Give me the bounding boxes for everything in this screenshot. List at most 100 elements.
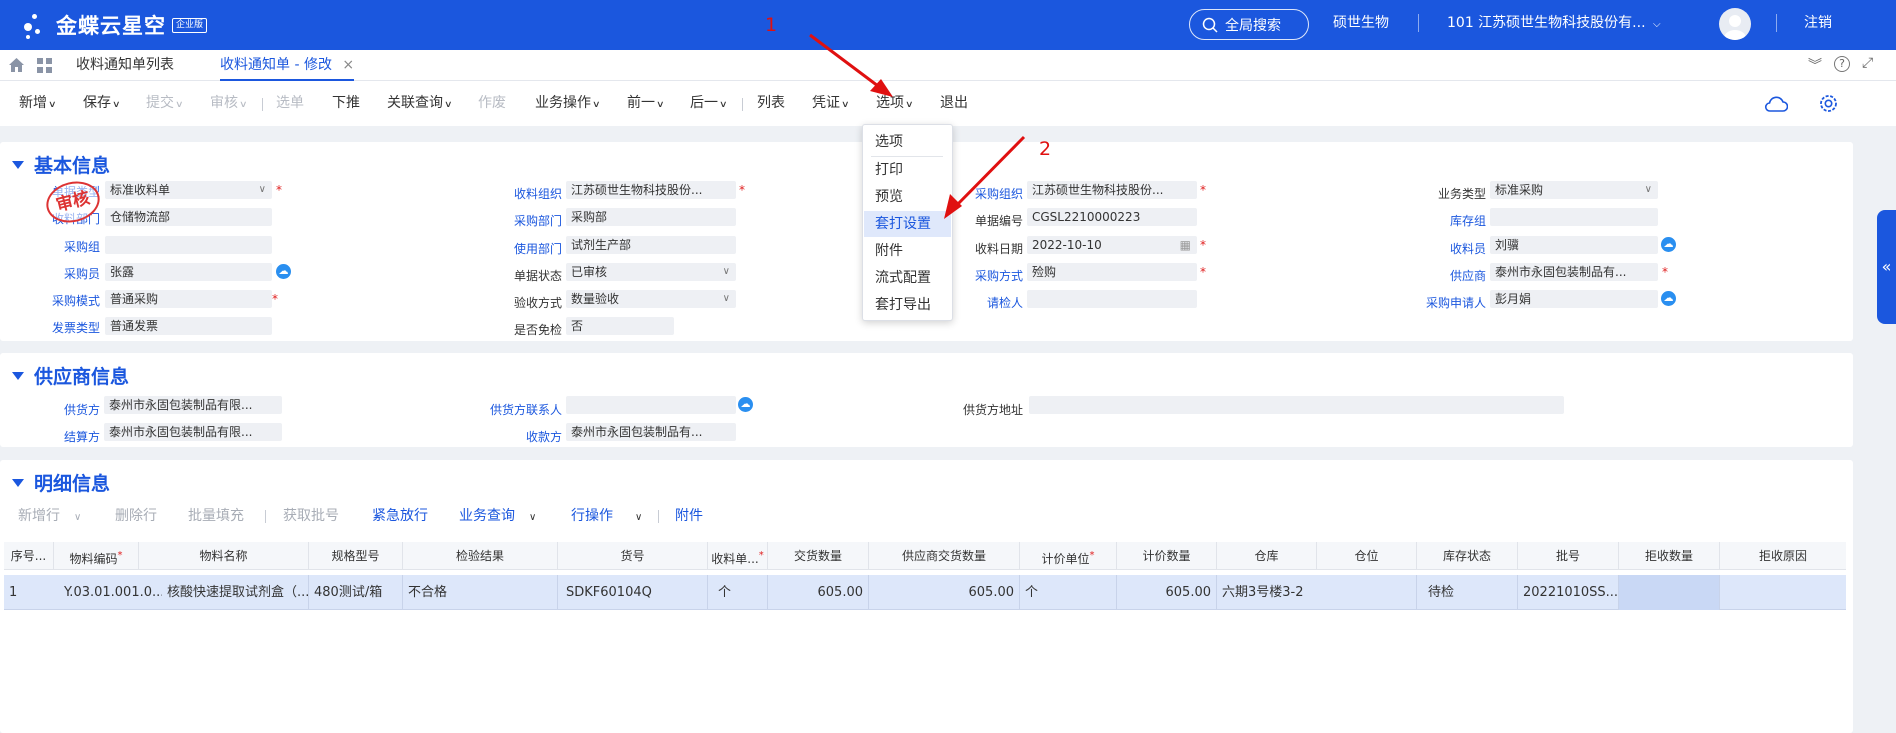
col-header-stock-status[interactable]: 库存状态 xyxy=(1417,542,1518,570)
delivery-contact-field[interactable] xyxy=(566,396,736,414)
col-header-material-code[interactable]: 物料编码* xyxy=(54,542,139,570)
col-header-delivery-qty[interactable]: 交货数量 xyxy=(768,542,869,570)
business-query-button[interactable]: 业务查询 ∨ xyxy=(459,500,536,533)
side-panel-toggle[interactable]: « xyxy=(1877,210,1896,324)
col-header-spec[interactable]: 规格型号 xyxy=(309,542,403,570)
detail-info-header[interactable]: 明细信息 xyxy=(12,469,110,496)
cell-item-no[interactable]: SDKF60104Q xyxy=(558,575,708,610)
purchase-method-field[interactable]: 殓购 xyxy=(1027,263,1197,281)
audit-button[interactable]: 审核∨ xyxy=(210,81,248,126)
col-header-receive-unit[interactable]: 收料单...* xyxy=(708,542,768,570)
cell-reject-qty[interactable] xyxy=(1619,575,1720,610)
col-header-pricing-unit[interactable]: 计价单位* xyxy=(1020,542,1117,570)
stock-group-field[interactable] xyxy=(1490,208,1658,226)
cell-pricing-qty[interactable]: 605.00 xyxy=(1117,575,1217,610)
tab-receipt-list[interactable]: 收料通知单列表 xyxy=(76,50,174,81)
add-row-button[interactable]: 新增行 ∨ xyxy=(18,500,81,533)
save-button[interactable]: 保存∨ xyxy=(83,81,121,126)
cell-warehouse[interactable]: 六期3号楼3-2 xyxy=(1217,575,1317,610)
doc-status-field[interactable]: 已审核 ∨ xyxy=(566,263,736,281)
menu-item-print[interactable]: 打印 xyxy=(864,157,951,183)
table-row[interactable]: 1 Y.03.01.001.0... 核酸快速提取试剂盒（... 480测试/箱… xyxy=(4,575,1846,610)
list-button[interactable]: 列表 xyxy=(757,81,785,126)
col-header-pricing-qty[interactable]: 计价数量 xyxy=(1117,542,1217,570)
cell-supplier-delivery-qty[interactable]: 605.00 xyxy=(869,575,1020,610)
doc-type-field[interactable]: 标准收料单 ∨ xyxy=(105,181,272,199)
purchaser-field[interactable]: 张露 xyxy=(105,263,272,281)
attachment-button[interactable]: 附件 xyxy=(675,500,703,533)
delivery-address-field[interactable] xyxy=(1029,396,1564,414)
logo[interactable]: 金蝶云星空 企业版 xyxy=(22,6,208,44)
settle-party-field[interactable]: 泰州市永固包装制品有限... xyxy=(104,423,282,441)
user-name[interactable]: 硕世生物 xyxy=(1333,0,1389,46)
avatar[interactable] xyxy=(1719,8,1751,40)
check-method-field[interactable]: 数量验收 ∨ xyxy=(566,290,736,308)
exit-button[interactable]: 退出 xyxy=(940,81,968,126)
voucher-button[interactable]: 凭证∨ xyxy=(812,81,850,126)
delete-row-button[interactable]: 删除行 xyxy=(115,500,157,533)
menu-item-flow-config[interactable]: 流式配置 xyxy=(864,265,951,291)
requester-field[interactable]: 彭月娟 xyxy=(1490,290,1658,308)
col-header-reject-reason[interactable]: 拒收原因 xyxy=(1720,542,1846,570)
col-header-inspection-result[interactable]: 检验结果 xyxy=(403,542,558,570)
cell-batch-no[interactable]: 20221010SS... xyxy=(1518,575,1619,610)
col-header-batch-no[interactable]: 批号 xyxy=(1518,542,1619,570)
payee-field[interactable]: 泰州市永固包装制品有... xyxy=(566,423,736,441)
supplier-field[interactable]: 泰州市永固包装制品有... xyxy=(1490,263,1658,281)
tab-receipt-edit[interactable]: 收料通知单 - 修改 × xyxy=(220,50,355,81)
push-down-button[interactable]: 下推 xyxy=(332,81,360,126)
menu-item-options[interactable]: 选项 xyxy=(864,129,951,155)
receive-dept-field[interactable]: 仓储物流部 xyxy=(105,208,272,226)
select-bill-button[interactable]: 选单 xyxy=(276,81,304,126)
cell-material-name[interactable]: 核酸快速提取试剂盒（... xyxy=(162,575,309,610)
cell-location[interactable] xyxy=(1317,575,1417,610)
emergency-release-button[interactable]: 紧急放行 xyxy=(372,500,428,533)
use-dept-field[interactable]: 试剂生产部 xyxy=(566,236,736,254)
menu-item-attachment[interactable]: 附件 xyxy=(864,238,951,264)
invoice-type-field[interactable]: 普通发票 xyxy=(105,317,272,335)
exempt-check-field[interactable]: 否 xyxy=(566,317,674,335)
close-icon[interactable]: × xyxy=(342,57,354,73)
home-icon[interactable] xyxy=(9,58,24,72)
col-header-seq[interactable]: 序号... xyxy=(4,542,54,570)
row-ops-button[interactable]: 行操作 ∨ xyxy=(571,500,642,533)
void-button[interactable]: 作废 xyxy=(478,81,506,126)
biz-type-field[interactable]: 标准采购 ∨ xyxy=(1490,181,1658,199)
help-icon[interactable]: ? xyxy=(1834,56,1850,72)
cloud-lookup-icon[interactable]: ☁ xyxy=(738,397,753,412)
cloud-lookup-icon[interactable]: ☁ xyxy=(1661,291,1676,306)
col-header-supplier-delivery-qty[interactable]: 供应商交货数量 xyxy=(869,542,1020,570)
batch-fill-button[interactable]: 批量填充 xyxy=(188,500,244,533)
receive-date-field[interactable]: 2022-10-10 ▦ xyxy=(1027,236,1197,254)
cloud-lookup-icon[interactable]: ☁ xyxy=(1661,237,1676,252)
submit-button[interactable]: 提交∨ xyxy=(146,81,184,126)
purchase-group-field[interactable] xyxy=(105,236,272,254)
apps-icon[interactable] xyxy=(37,58,52,73)
purchase-dept-field[interactable]: 采购部 xyxy=(566,208,736,226)
cell-receive-unit[interactable]: 个 xyxy=(708,575,768,610)
receiver-field[interactable]: 刘骥 xyxy=(1490,236,1658,254)
get-batch-no-button[interactable]: 获取批号 xyxy=(283,500,339,533)
menu-item-print-template-export[interactable]: 套打导出 xyxy=(864,292,951,318)
receive-org-field[interactable]: 江苏硕世生物科技股份... xyxy=(566,181,736,199)
col-header-item-no[interactable]: 货号 xyxy=(558,542,708,570)
inspector-field[interactable] xyxy=(1027,290,1197,308)
cloud-icon[interactable] xyxy=(1764,95,1788,112)
logout-button[interactable]: 注销 xyxy=(1804,0,1832,46)
col-header-reject-qty[interactable]: 拒收数量 xyxy=(1619,542,1720,570)
menu-item-preview[interactable]: 预览 xyxy=(864,184,951,210)
related-query-button[interactable]: 关联查询∨ xyxy=(387,81,453,126)
cell-delivery-qty[interactable]: 605.00 xyxy=(768,575,869,610)
cell-inspection-result[interactable]: 不合格 xyxy=(403,575,558,610)
previous-button[interactable]: 前一∨ xyxy=(627,81,665,126)
next-button[interactable]: 后一∨ xyxy=(690,81,728,126)
doc-no-field[interactable]: CGSL2210000223 xyxy=(1027,208,1197,226)
new-button[interactable]: 新增∨ xyxy=(19,81,57,126)
org-selector[interactable]: 101 江苏硕世生物科技股份有... ⌵ xyxy=(1447,0,1661,46)
supplier-info-header[interactable]: 供应商信息 xyxy=(12,362,129,389)
global-search[interactable]: 全局搜索 xyxy=(1189,9,1309,40)
cell-stock-status[interactable]: 待检 xyxy=(1417,575,1518,610)
cloud-lookup-icon[interactable]: ☁ xyxy=(276,264,291,279)
delivery-party-field[interactable]: 泰州市永固包装制品有限... xyxy=(104,396,282,414)
cell-reject-reason[interactable] xyxy=(1720,575,1846,610)
